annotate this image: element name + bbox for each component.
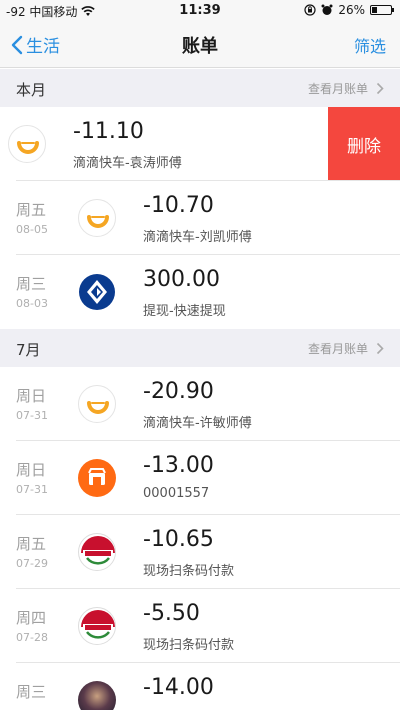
transaction-row[interactable]: 周四 07-28 -5.50 现场扫条码付款: [0, 589, 400, 663]
store-logo-icon: [78, 533, 116, 571]
view-monthly-bill-link[interactable]: 查看月账单: [308, 340, 384, 357]
transaction-row[interactable]: 周日 07-31 -20.90 滴滴快车-许敏师傅: [0, 367, 400, 441]
transaction-row[interactable]: 周日 07-31 -13.00 00001557: [0, 441, 400, 515]
transaction-amount: -5.50: [143, 601, 200, 626]
transaction-day: 周三: [16, 683, 47, 701]
transaction-amount: -14.00: [143, 675, 214, 700]
transaction-day: 周五: [16, 201, 47, 219]
status-bar: -92 中国移动 11:39 26%: [0, 0, 400, 20]
transaction-description: 滴滴快车-刘凯师傅: [143, 230, 252, 245]
status-right: 26%: [304, 3, 394, 17]
battery-percent: 26%: [338, 3, 365, 17]
view-monthly-bill-label: 查看月账单: [307, 342, 368, 356]
bank-icon: [78, 273, 116, 311]
battery-icon: [370, 5, 394, 15]
transaction-amount: -13.00: [143, 453, 214, 478]
chevron-right-icon: [376, 82, 384, 95]
orientation-lock-icon: [304, 4, 316, 16]
transaction-description: 滴滴快车-许敏师傅: [143, 416, 252, 431]
transaction-day: 周三: [16, 275, 47, 293]
section-header-july: 7月 查看月账单: [0, 329, 400, 367]
transaction-row[interactable]: 周三 08-03 300.00 提现-快速提现: [0, 255, 400, 329]
shop-icon: [78, 459, 116, 497]
transaction-date: 08-05: [16, 223, 48, 236]
section-title: 本月: [16, 81, 47, 99]
transaction-description: 滴滴快车-袁涛师傅: [73, 156, 182, 171]
transaction-day: 周五: [16, 535, 47, 553]
didi-icon: [78, 385, 116, 423]
transaction-amount: 300.00: [143, 267, 220, 292]
view-monthly-bill-label: 查看月账单: [307, 82, 368, 96]
didi-icon: [8, 125, 46, 163]
view-monthly-bill-link[interactable]: 查看月账单: [308, 80, 384, 97]
section-header-this-month: 本月 查看月账单: [0, 69, 400, 107]
transaction-row[interactable]: 周五 07-29 -10.65 现场扫条码付款: [0, 515, 400, 589]
transaction-date: 07-31: [16, 409, 48, 422]
transaction-date: 07-31: [16, 483, 48, 496]
transaction-date: 07-28: [16, 631, 48, 644]
transaction-amount: -10.70: [143, 193, 214, 218]
transaction-amount: -11.10: [73, 119, 144, 144]
delete-button[interactable]: 删除: [328, 107, 400, 181]
battery-fill: [372, 7, 377, 13]
nav-bar: 生活 账单 筛选: [0, 20, 400, 68]
transaction-description: 提现-快速提现: [143, 304, 226, 319]
transaction-day: 周日: [16, 387, 47, 405]
page-title: 账单: [182, 36, 218, 57]
alarm-icon: [321, 4, 333, 15]
transaction-description: 00001557: [143, 486, 210, 501]
transaction-description: 现场扫条码付款: [143, 564, 235, 579]
filter-button[interactable]: 筛选: [354, 33, 386, 57]
transaction-day: 周日: [16, 461, 47, 479]
transaction-day: 周四: [16, 609, 47, 627]
section-title: 7月: [16, 341, 41, 359]
transaction-date: 08-03: [16, 297, 48, 310]
didi-icon: [78, 199, 116, 237]
transaction-row[interactable]: 周三 -14.00: [0, 663, 400, 710]
transaction-amount: -20.90: [143, 379, 214, 404]
transaction-description: 现场扫条码付款: [143, 638, 235, 653]
transaction-date: 07-29: [16, 557, 48, 570]
transaction-row[interactable]: 周五 08-05 -10.70 滴滴快车-刘凯师傅: [0, 181, 400, 255]
store-logo-icon: [78, 607, 116, 645]
chevron-right-icon: [376, 342, 384, 355]
avatar-photo-icon: [78, 681, 116, 710]
transaction-amount: -10.65: [143, 527, 214, 552]
transaction-row-swiped[interactable]: -11.10 滴滴快车-袁涛师傅 删除: [0, 107, 400, 181]
